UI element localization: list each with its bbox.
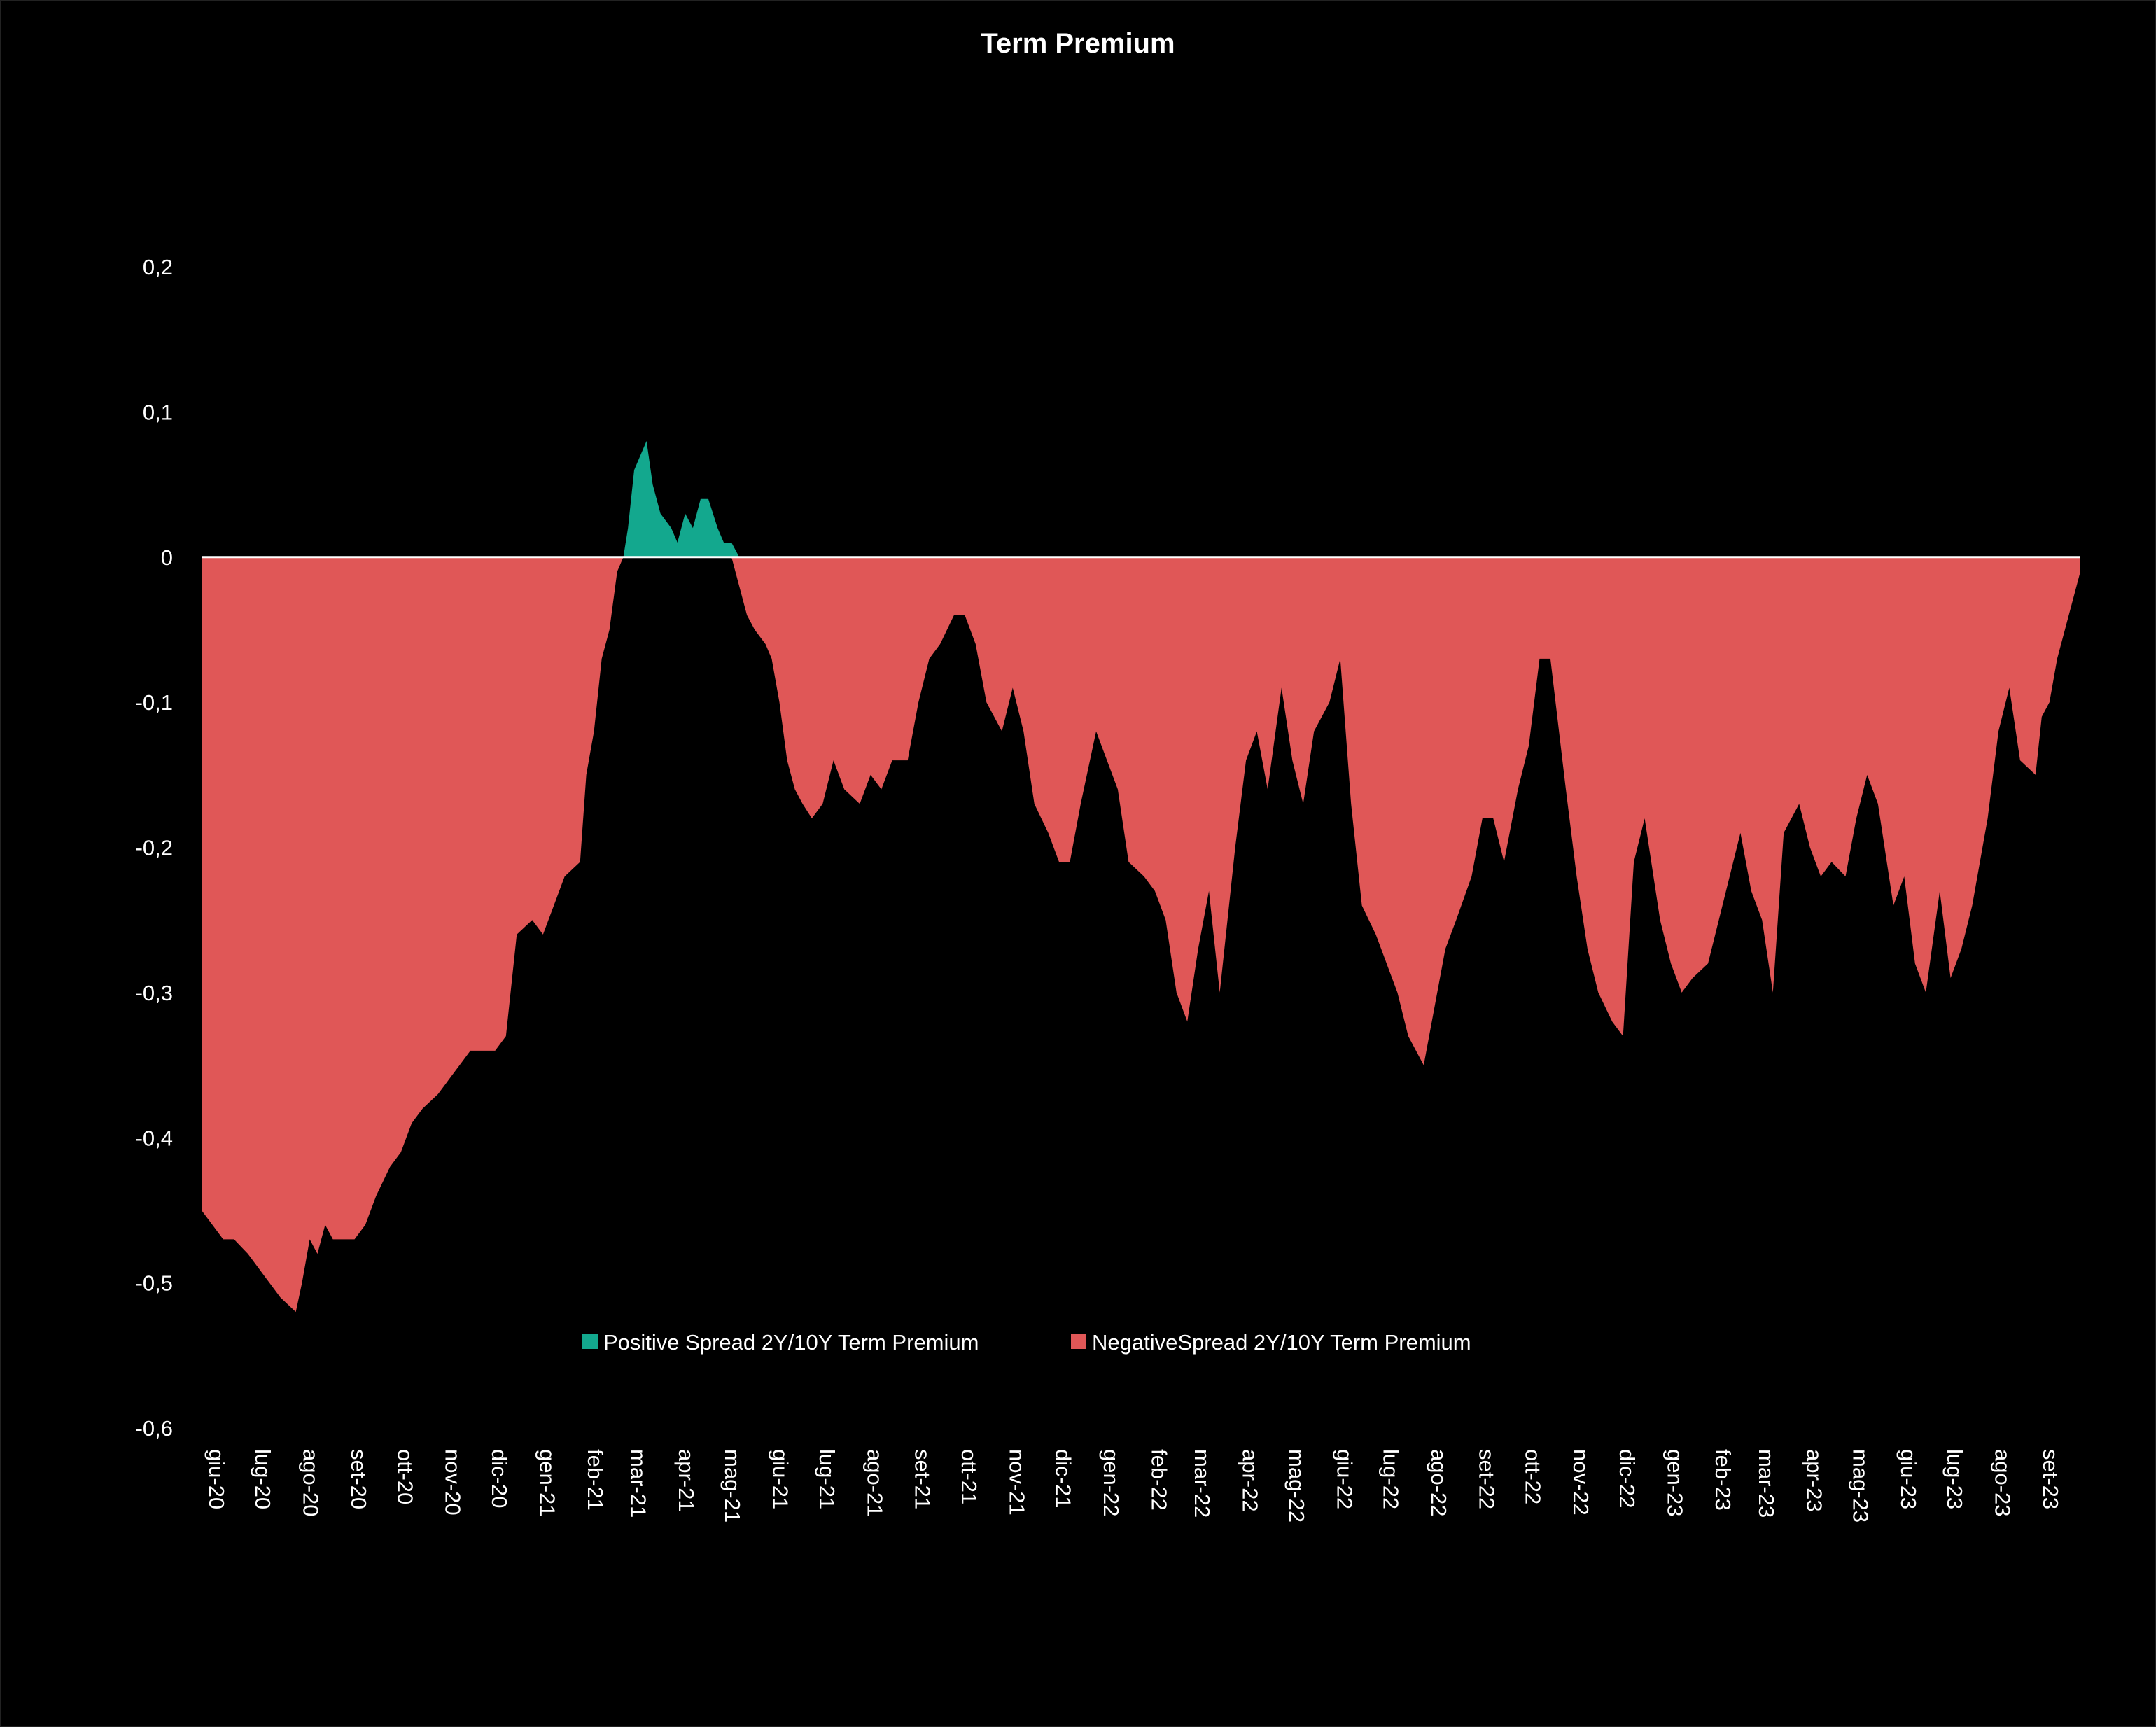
x-tick-label: ago-21 — [862, 1449, 887, 1517]
x-tick-label: set-21 — [911, 1449, 935, 1509]
x-tick-label: nov-21 — [1004, 1449, 1029, 1516]
x-tick-label: apr-23 — [1802, 1449, 1826, 1512]
x-tick-label: nov-22 — [1569, 1449, 1593, 1516]
x-tick-label: giu-20 — [204, 1449, 229, 1509]
y-tick-label: -0,5 — [136, 1271, 173, 1296]
x-tick-label: gen-22 — [1099, 1449, 1124, 1517]
chart-svg: 0,2 0,1 0 -0,1 -0,2 -0,3 -0,4 -0,5 -0,6 giu-20 lu… — [136, 255, 2080, 1523]
x-tick-label: ago-22 — [1427, 1449, 1451, 1517]
x-tick-label: mag-23 — [1849, 1449, 1873, 1523]
x-tick-label: mag-22 — [1284, 1449, 1309, 1523]
legend-swatch-positive — [582, 1334, 598, 1349]
x-tick-label: ago-20 — [299, 1449, 323, 1517]
y-tick-label: -0,3 — [136, 981, 173, 1005]
y-tick-label: -0,4 — [136, 1126, 173, 1150]
x-tick-label: mar-21 — [626, 1449, 651, 1518]
x-tick-label: gen-21 — [535, 1449, 559, 1517]
x-tick-label: apr-22 — [1238, 1449, 1263, 1512]
legend: Positive Spread 2Y/10Y Term Premium Negat… — [582, 1330, 1471, 1355]
chart-frame: Term Premium 0,2 0,1 0 -0,1 -0,2 -0,3 -0,4 -0,5… — [0, 0, 2156, 1727]
x-tick-label: giu-22 — [1332, 1449, 1357, 1509]
y-tick-label: 0,2 — [143, 255, 173, 279]
x-tick-label: set-22 — [1474, 1449, 1499, 1509]
x-tick-label: feb-22 — [1147, 1449, 1171, 1511]
x-tick-label: feb-21 — [583, 1449, 608, 1511]
x-tick-label: ago-23 — [1991, 1449, 2015, 1517]
x-tick-label: mar-23 — [1754, 1449, 1779, 1518]
x-tick-label: lug-23 — [1942, 1449, 1967, 1509]
x-tick-label: giu-23 — [1896, 1449, 1921, 1509]
x-tick-label: lug-20 — [251, 1449, 275, 1509]
x-tick-label: gen-23 — [1663, 1449, 1688, 1517]
x-tick-label: dic-20 — [487, 1449, 512, 1508]
x-tick-label: nov-20 — [441, 1449, 465, 1516]
x-tick-label: ott-22 — [1521, 1449, 1546, 1504]
x-tick-label: dic-21 — [1051, 1449, 1076, 1508]
x-tick-label: apr-21 — [674, 1449, 699, 1512]
x-tick-label: mag-21 — [720, 1449, 745, 1523]
legend-label-negative: NegativeSpread 2Y/10Y Term Premium — [1092, 1330, 1471, 1355]
x-axis-ticks: giu-20 lug-20 ago-20 set-20 ott-20 nov-20 dic-… — [204, 1449, 2063, 1523]
x-tick-label: dic-22 — [1615, 1449, 1639, 1508]
x-tick-label: giu-21 — [769, 1449, 793, 1509]
y-tick-label: 0,1 — [143, 400, 173, 424]
x-tick-label: ott-20 — [393, 1449, 417, 1504]
y-tick-label: -0,6 — [136, 1416, 173, 1441]
x-tick-label: ott-21 — [957, 1449, 981, 1504]
area-layer — [202, 440, 2080, 1313]
positive-spread-area — [202, 440, 2080, 557]
y-axis-ticks: 0,2 0,1 0 -0,1 -0,2 -0,3 -0,4 -0,5 -0,6 — [136, 255, 173, 1441]
x-tick-label: mar-22 — [1190, 1449, 1214, 1518]
y-tick-label: -0,1 — [136, 690, 173, 715]
legend-swatch-negative — [1071, 1334, 1086, 1349]
x-tick-label: set-23 — [2038, 1449, 2063, 1509]
y-tick-label: -0,2 — [136, 836, 173, 860]
x-tick-label: lug-22 — [1379, 1449, 1404, 1509]
legend-label-positive: Positive Spread 2Y/10Y Term Premium — [603, 1330, 979, 1355]
x-tick-label: set-20 — [346, 1449, 371, 1509]
y-tick-label: 0 — [161, 545, 173, 570]
negative-spread-area — [202, 557, 2080, 1313]
x-tick-label: lug-21 — [815, 1449, 839, 1509]
x-tick-label: feb-23 — [1711, 1449, 1735, 1511]
